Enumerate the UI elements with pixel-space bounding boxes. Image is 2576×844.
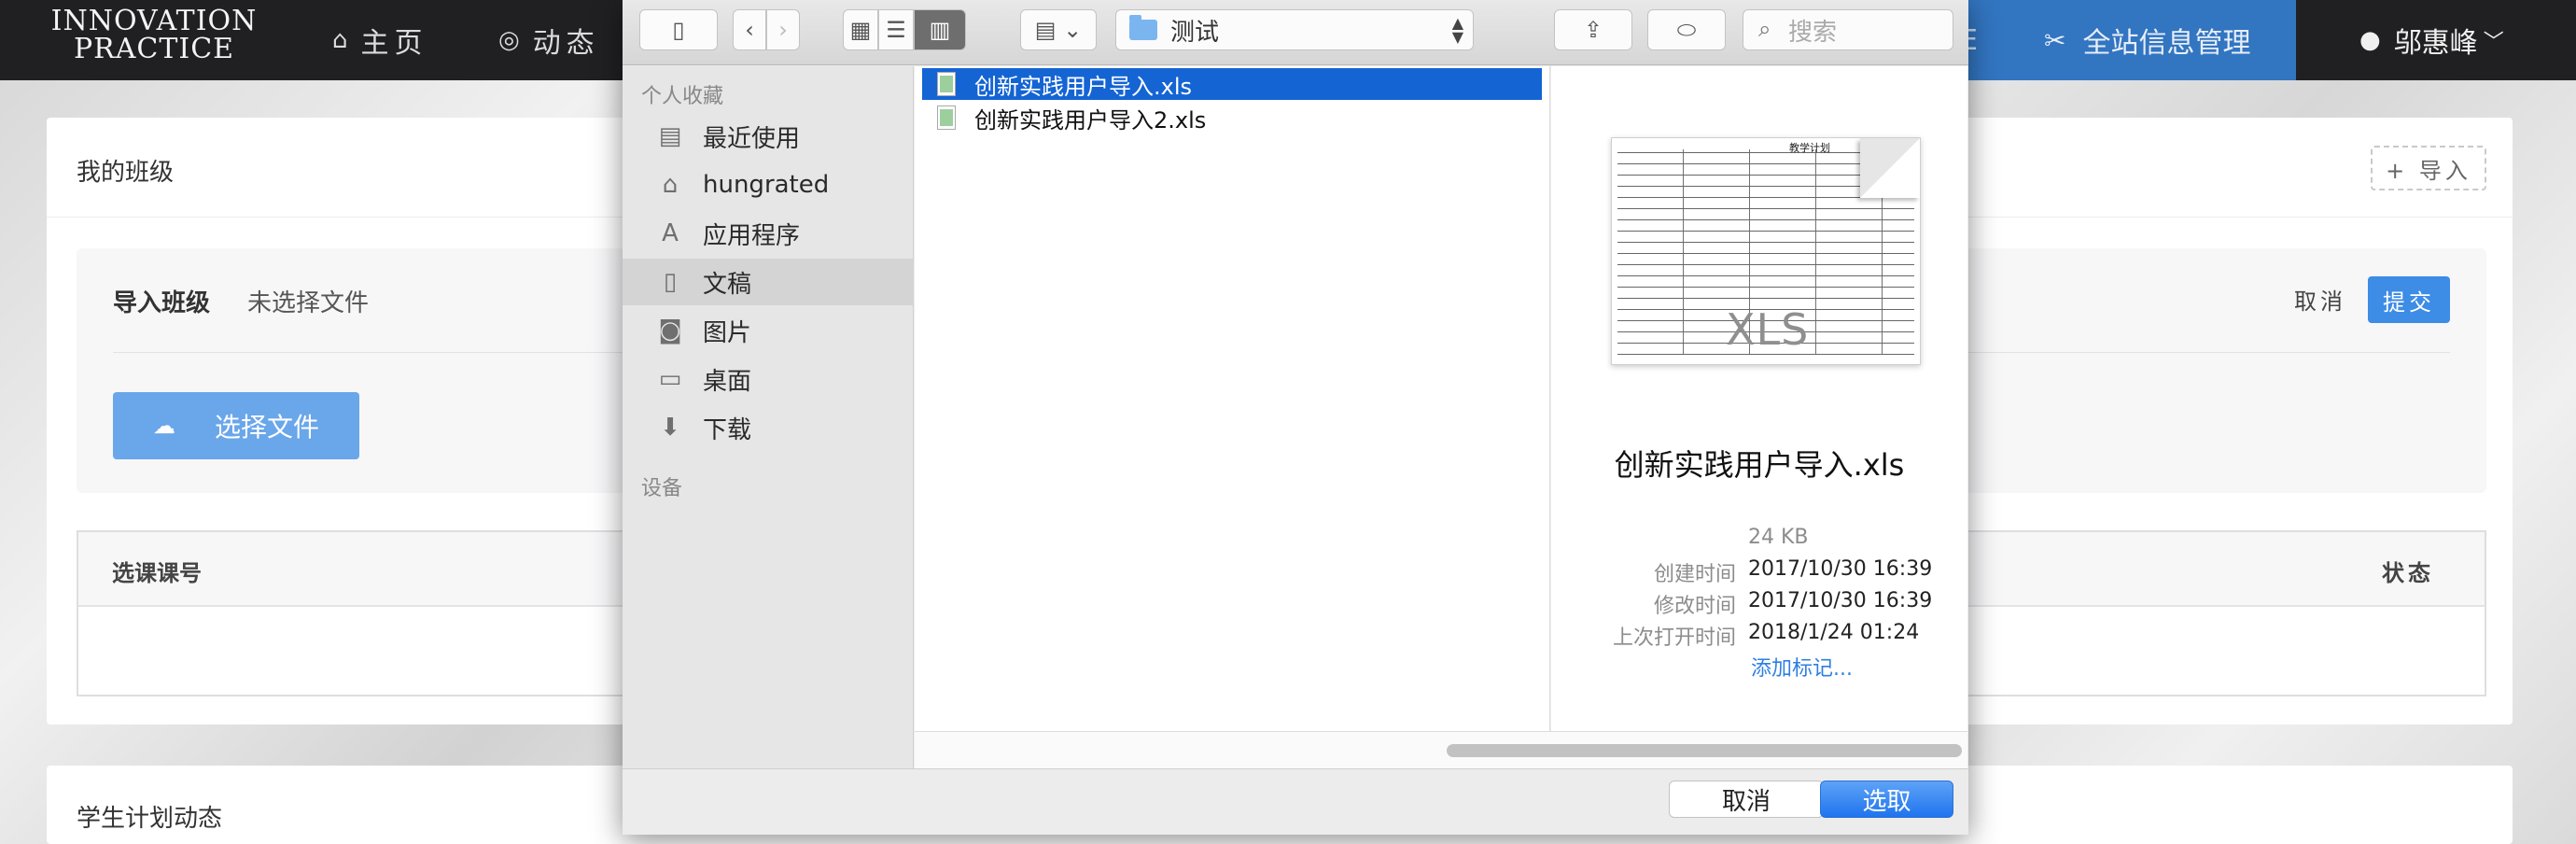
file-item[interactable]: 创新实践用户导入.xls <box>922 68 1542 100</box>
chevron-right-icon: › <box>778 17 788 43</box>
documents-icon: ▯ <box>663 268 678 296</box>
favorites-header: 个人收藏 <box>641 85 724 108</box>
icon-view-button[interactable]: ▦ <box>843 9 878 50</box>
compass-icon: ◎ <box>498 26 520 54</box>
no-file-text: 未选择文件 <box>247 289 370 317</box>
nav-dynamic[interactable]: ◎ 动态 <box>498 0 600 80</box>
xls-file-icon <box>937 72 956 96</box>
sidebar-item-documents[interactable]: ▯ 文稿 <box>623 259 914 305</box>
xls-file-icon <box>937 106 956 130</box>
home-icon: ⌂ <box>332 26 348 54</box>
last-opened-label: 上次打开时间 <box>1612 626 1736 650</box>
dialog-cancel-button[interactable]: 取消 <box>1669 781 1824 818</box>
file-open-dialog: ▯ ‹ › ▦ ☰ ▥ ▤ ⌄ 测试 ▲ ▼ ⇪ ⬭ ⌕ 搜索 个人收藏 ▤ 最… <box>623 0 1968 835</box>
nav-home[interactable]: ⌂ 主页 <box>332 0 428 80</box>
nav-site-management[interactable]: ✂ 全站信息管理 <box>2016 0 2296 80</box>
column-header-course: 选课课号 <box>112 560 202 586</box>
sidebar-item-pictures[interactable]: ◙ 图片 <box>623 307 914 354</box>
preview-pane: 教学计划 XLS 创新实践用户导入.xls 24 KB 创建时间 2017/10… <box>1551 66 1967 768</box>
site-logo[interactable]: INNOVATION PRACTICE <box>47 7 261 63</box>
import-button[interactable]: + 导入 <box>2371 146 2486 190</box>
path-label: 测试 <box>1170 18 1220 47</box>
add-tags-link[interactable]: 添加标记... <box>1751 652 1853 682</box>
list-view-button[interactable]: ☰ <box>878 9 914 50</box>
share-icon: ⇪ <box>1583 17 1603 43</box>
page-curl <box>1860 138 1920 198</box>
cancel-button[interactable]: 取消 <box>2283 276 2358 321</box>
arrange-icon: ▤ ⌄ <box>1034 17 1083 43</box>
file-item[interactable]: 创新实践用户导入2.xls <box>922 102 1542 134</box>
submit-button[interactable]: 提交 <box>2368 276 2450 323</box>
my-class-title: 我的班级 <box>77 159 175 187</box>
sidebar-item-desktop[interactable]: ▭ 桌面 <box>623 356 914 402</box>
user-menu[interactable]: ● 邬惠峰 ﹀ <box>2359 0 2504 80</box>
preview-file-name: 创新实践用户导入.xls <box>1614 447 1905 483</box>
dialog-sidebar: 个人收藏 ▤ 最近使用 ⌂ hungrated A 应用程序 ▯ 文稿 ◙ 图片… <box>623 66 914 768</box>
arrange-button[interactable]: ▤ ⌄ <box>1020 9 1097 50</box>
home-icon: ⌂ <box>662 171 679 199</box>
folder-icon <box>1129 15 1157 40</box>
cloud-upload-icon: ☁ <box>152 413 175 439</box>
columns-icon: ▥ <box>929 17 951 43</box>
search-icon: ⌕ <box>1758 16 1771 42</box>
tools-icon: ✂ <box>2044 24 2066 56</box>
sidebar-item-home[interactable]: ⌂ hungrated <box>623 162 914 208</box>
horizontal-scrollbar[interactable] <box>915 731 1967 768</box>
dialog-choose-button[interactable]: 选取 <box>1820 781 1953 818</box>
download-icon: ⬇ <box>660 414 680 442</box>
desktop-icon: ▭ <box>658 365 682 393</box>
file-size: 24 KB <box>1748 526 1809 549</box>
dialog-toolbar: ▯ ‹ › ▦ ☰ ▥ ▤ ⌄ 测试 ▲ ▼ ⇪ ⬭ ⌕ 搜索 <box>623 0 1968 65</box>
forward-button[interactable]: › <box>766 9 800 50</box>
file-column: 创新实践用户导入.xls 创新实践用户导入2.xls | || <box>911 66 1551 798</box>
grid-icon: ▦ <box>849 17 872 43</box>
file-thumbnail: 教学计划 XLS <box>1611 137 1921 365</box>
nav-dynamic-label: 动态 <box>532 27 600 60</box>
applications-icon: A <box>662 219 679 247</box>
thumbnail-type-label: XLS <box>1726 304 1810 355</box>
chevron-left-icon: ‹ <box>745 17 754 43</box>
created-label: 创建时间 <box>1653 563 1736 586</box>
import-class-label: 导入班级 <box>113 289 211 317</box>
sidebar-item-applications[interactable]: A 应用程序 <box>623 210 914 257</box>
sidebar-icon: ▯ <box>672 17 685 43</box>
column-view-button[interactable]: ▥ <box>914 9 966 50</box>
nav-site-management-label: 全站信息管理 <box>2082 27 2251 60</box>
nav-partial-item[interactable]: E <box>1960 0 2016 80</box>
share-button[interactable]: ⇪ <box>1554 9 1632 50</box>
tag-button[interactable]: ⬭ <box>1647 9 1726 50</box>
back-button[interactable]: ‹ <box>733 9 766 50</box>
path-popup[interactable]: 测试 ▲ ▼ <box>1115 9 1474 50</box>
tag-icon: ⬭ <box>1676 17 1697 43</box>
updown-arrows-icon: ▲ ▼ <box>1451 14 1463 46</box>
dialog-footer: 取消 选取 <box>623 768 1968 835</box>
nav-home-label: 主页 <box>360 27 428 60</box>
sidebar-item-recents[interactable]: ▤ 最近使用 <box>623 113 914 160</box>
column-header-status: 状态 <box>2382 560 2434 586</box>
search-field[interactable]: ⌕ 搜索 <box>1743 9 1953 50</box>
sidebar-toggle-button[interactable]: ▯ <box>639 9 718 50</box>
last-opened-value: 2018/1/24 01:24 <box>1748 621 1920 644</box>
user-name: 邬惠峰 <box>2393 27 2478 60</box>
devices-header: 设备 <box>641 477 683 500</box>
list-icon: ☰ <box>886 17 906 43</box>
created-value: 2017/10/30 16:39 <box>1748 557 1933 581</box>
plan-card-title: 学生计划动态 <box>77 805 223 833</box>
recents-icon: ▤ <box>658 122 682 150</box>
chevron-down-icon: ﹀ <box>2483 31 2504 54</box>
camera-icon: ◙ <box>658 316 682 345</box>
search-placeholder: 搜索 <box>1788 18 1838 47</box>
user-icon: ● <box>2359 26 2381 54</box>
sidebar-item-downloads[interactable]: ⬇ 下载 <box>623 404 914 451</box>
scrollbar-thumb[interactable] <box>1447 744 1962 757</box>
choose-file-label: 选择文件 <box>214 412 319 443</box>
modified-label: 修改时间 <box>1653 595 1736 618</box>
choose-file-button[interactable]: ☁ 选择文件 <box>113 392 359 459</box>
modified-value: 2017/10/30 16:39 <box>1748 589 1933 612</box>
